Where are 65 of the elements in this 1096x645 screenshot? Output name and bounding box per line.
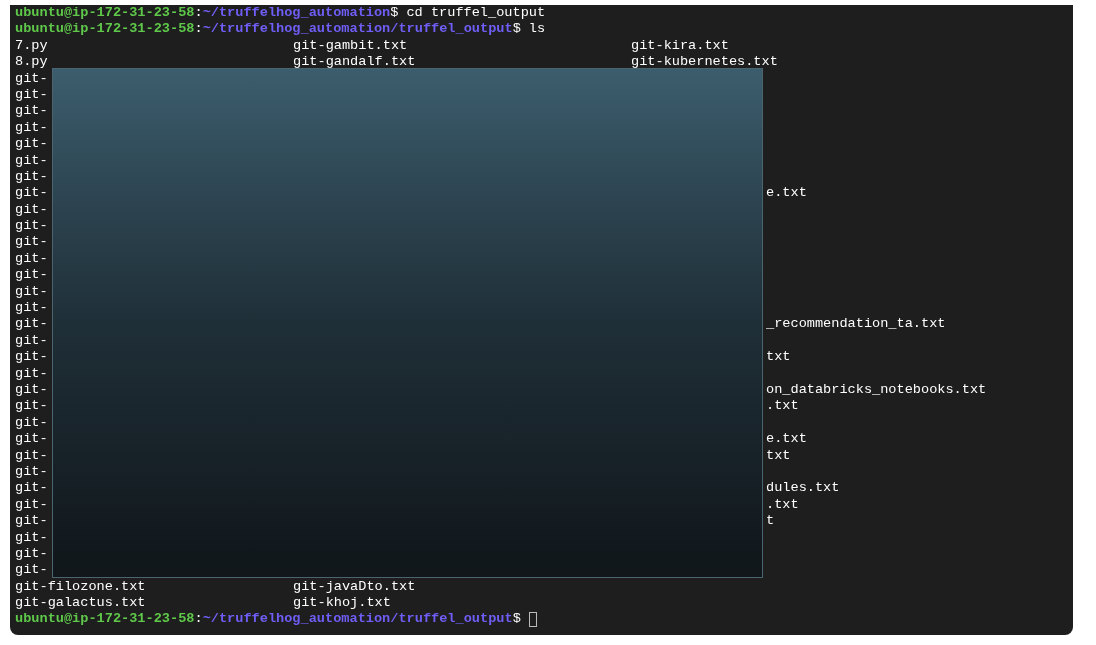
file-name: git- [15, 86, 48, 102]
prompt-path: ~/truffelhog_automation/truffel_output [202, 21, 513, 38]
file-name: git-filozone.txt [15, 578, 146, 594]
prompt-separator: : [194, 5, 203, 22]
file-name: git- [15, 283, 48, 299]
file-name: git-khoj.txt [293, 595, 391, 611]
file-name: git- [15, 382, 48, 397]
prompt-path: ~/truffelhog_automation [202, 5, 391, 22]
file-name: git- [15, 119, 48, 135]
file-name: git- [15, 562, 48, 578]
file-name: git- [15, 447, 48, 463]
file-name: git- [15, 545, 48, 561]
file-name: git- [15, 316, 48, 332]
file-name: txt [766, 349, 791, 365]
file-name: txt [766, 447, 791, 463]
file-name: _recommendation_ta.txt [766, 316, 946, 332]
file-name: git- [15, 349, 48, 365]
file-name: git- [15, 267, 48, 283]
file-name: git-gandalf.txt [293, 54, 416, 70]
command-text: ls [528, 21, 546, 38]
command-text: cd truffel_output [406, 5, 546, 22]
file-name: 8.py [15, 54, 48, 70]
file-name: git- [15, 300, 48, 316]
file-name: git- [15, 218, 48, 234]
prompt-symbol: $ [512, 611, 521, 628]
prompt-symbol: $ [512, 21, 521, 38]
file-name: git-kubernetes.txt [631, 54, 778, 70]
file-name: git- [15, 168, 48, 184]
file-name: git-javaDto.txt [293, 578, 416, 594]
file-name: git- [15, 201, 48, 217]
file-name: .txt [766, 496, 799, 512]
file-name: git- [15, 414, 48, 430]
file-name: on_databricks_notebooks.txt [766, 382, 987, 397]
file-name: git-galactus.txt [15, 595, 146, 611]
prompt-user-host: ubuntu@ip-172-31-23-58 [15, 611, 195, 628]
prompt-user-host: ubuntu@ip-172-31-23-58 [15, 5, 195, 22]
file-name: e.txt [766, 185, 807, 201]
file-name: git- [15, 496, 48, 512]
file-name: 7.py [15, 37, 48, 53]
file-name: git- [15, 529, 48, 545]
file-name: .txt [766, 398, 799, 414]
file-name: e.txt [766, 431, 807, 447]
file-name: git- [15, 136, 48, 152]
file-name: t [766, 513, 775, 529]
file-name: git- [15, 365, 48, 381]
prompt-separator: : [194, 611, 203, 628]
file-name: dules.txt [766, 480, 840, 496]
prompt-path: ~/truffelhog_automation/truffel_output [202, 611, 513, 628]
file-name: git- [15, 152, 48, 168]
file-name: git- [15, 70, 48, 86]
file-name: git- [15, 463, 48, 479]
file-name: git- [15, 332, 48, 348]
file-name: git- [15, 103, 48, 119]
file-name: git-kira.txt [631, 37, 729, 53]
prompt-user-host: ubuntu@ip-172-31-23-58 [15, 21, 195, 38]
prompt-symbol: $ [390, 5, 399, 22]
file-name: git- [15, 185, 48, 201]
file-name: git- [15, 234, 48, 250]
file-name: git- [15, 250, 48, 266]
file-name: git- [15, 398, 48, 414]
file-name: git- [15, 480, 48, 496]
file-name: git- [15, 513, 48, 529]
file-name: git- [15, 431, 48, 447]
prompt-separator: : [194, 21, 203, 38]
file-name: git-gambit.txt [293, 37, 408, 53]
